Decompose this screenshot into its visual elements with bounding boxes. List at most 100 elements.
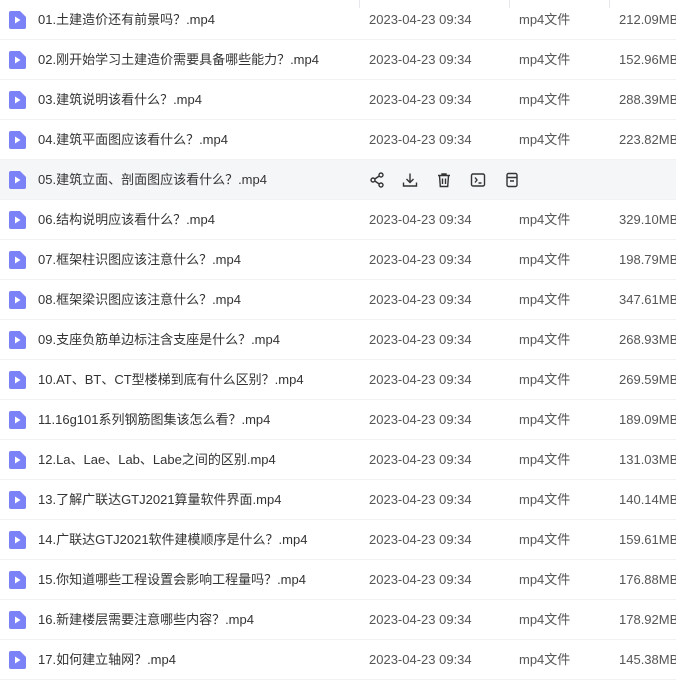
file-date: 2023-04-23 09:34 (369, 292, 472, 307)
video-file-icon (9, 411, 26, 429)
file-size: 347.61MB (619, 292, 676, 307)
share-icon[interactable] (368, 171, 386, 189)
file-name[interactable]: 11.16g101系列钢筋图集该怎么看？.mp4 (38, 400, 270, 440)
file-name[interactable]: 15.你知道哪些工程设置会影响工程量吗？.mp4 (38, 560, 306, 600)
file-type: mp4文件 (519, 572, 571, 587)
file-name[interactable]: 03.建筑说明该看什么？.mp4 (38, 80, 202, 120)
video-file-icon (9, 211, 26, 229)
file-row[interactable]: 09.支座负筋单边标注含支座是什么？.mp4 2023-04-23 09:34 mp… (0, 320, 676, 360)
file-name[interactable]: 01.土建造价还有前景吗？.mp4 (38, 0, 215, 40)
delete-icon[interactable] (435, 171, 453, 189)
file-type: mp4文件 (519, 532, 571, 547)
file-name[interactable]: 12.La、Lae、Lab、Labe之间的区别.mp4 (38, 440, 276, 480)
file-size: 159.61MB (619, 532, 676, 547)
file-size: 131.03MB (619, 452, 676, 467)
file-date: 2023-04-23 09:34 (369, 612, 472, 627)
file-name[interactable]: 16.新建楼层需要注意哪些内容？.mp4 (38, 600, 254, 640)
file-row[interactable]: 13.了解广联达GTJ2021算量软件界面.mp4 2023-04-23 09:3… (0, 480, 676, 520)
file-date: 2023-04-23 09:34 (369, 452, 472, 467)
video-file-icon (9, 171, 26, 189)
file-row[interactable]: 15.你知道哪些工程设置会影响工程量吗？.mp4 2023-04-23 09:34… (0, 560, 676, 600)
file-row[interactable]: 02.刚开始学习土建造价需要具备哪些能力？.mp4 2023-04-23 09:3… (0, 40, 676, 80)
file-size: 269.59MB (619, 372, 676, 387)
file-name[interactable]: 14.广联达GTJ2021软件建模顺序是什么？.mp4 (38, 520, 307, 560)
video-file-icon (9, 611, 26, 629)
file-name[interactable]: 05.建筑立面、剖面图应该看什么？.mp4 (38, 160, 267, 200)
file-type: mp4文件 (519, 612, 571, 627)
file-type: mp4文件 (519, 452, 571, 467)
file-size: 145.38MB (619, 652, 676, 667)
video-file-icon (9, 571, 26, 589)
file-date: 2023-04-23 09:34 (369, 212, 472, 227)
file-row[interactable]: 17.如何建立轴网？.mp4 2023-04-23 09:34 mp4文件 145.3… (0, 640, 676, 680)
file-size: 268.93MB (619, 332, 676, 347)
video-file-icon (9, 251, 26, 269)
file-row[interactable]: 14.广联达GTJ2021软件建模顺序是什么？.mp4 2023-04-23 09… (0, 520, 676, 560)
file-row[interactable]: 06.结构说明应该看什么？.mp4 2023-04-23 09:34 mp4文件 32… (0, 200, 676, 240)
file-row[interactable]: 05.建筑立面、剖面图应该看什么？.mp4 (0, 160, 676, 200)
file-date: 2023-04-23 09:34 (369, 12, 472, 27)
file-date: 2023-04-23 09:34 (369, 532, 472, 547)
file-type: mp4文件 (519, 372, 571, 387)
video-file-icon (9, 91, 26, 109)
file-type: mp4文件 (519, 252, 571, 267)
file-row[interactable]: 12.La、Lae、Lab、Labe之间的区别.mp4 2023-04-23 09… (0, 440, 676, 480)
video-file-icon (9, 491, 26, 509)
file-type: mp4文件 (519, 132, 571, 147)
file-row[interactable]: 11.16g101系列钢筋图集该怎么看？.mp4 2023-04-23 09:34… (0, 400, 676, 440)
file-type: mp4文件 (519, 492, 571, 507)
file-size: 152.96MB (619, 52, 676, 67)
more-icon[interactable] (503, 171, 521, 189)
file-name[interactable]: 09.支座负筋单边标注含支座是什么？.mp4 (38, 320, 280, 360)
file-row[interactable]: 16.新建楼层需要注意哪些内容？.mp4 2023-04-23 09:34 mp4文… (0, 600, 676, 640)
file-name[interactable]: 13.了解广联达GTJ2021算量软件界面.mp4 (38, 480, 281, 520)
file-size: 189.09MB (619, 412, 676, 427)
file-size: 329.10MB (619, 212, 676, 227)
video-file-icon (9, 651, 26, 669)
file-date: 2023-04-23 09:34 (369, 332, 472, 347)
video-file-icon (9, 531, 26, 549)
file-date: 2023-04-23 09:34 (369, 52, 472, 67)
file-date: 2023-04-23 09:34 (369, 92, 472, 107)
download-icon[interactable] (401, 171, 419, 189)
file-date: 2023-04-23 09:34 (369, 572, 472, 587)
file-size: 140.14MB (619, 492, 676, 507)
file-date: 2023-04-23 09:34 (369, 252, 472, 267)
file-name[interactable]: 10.AT、BT、CT型楼梯到底有什么区别？.mp4 (38, 360, 304, 400)
file-type: mp4文件 (519, 212, 571, 227)
file-date: 2023-04-23 09:34 (369, 132, 472, 147)
video-file-icon (9, 131, 26, 149)
file-size: 223.82MB (619, 132, 676, 147)
file-row[interactable]: 10.AT、BT、CT型楼梯到底有什么区别？.mp4 2023-04-23 09:… (0, 360, 676, 400)
file-type: mp4文件 (519, 92, 571, 107)
video-file-icon (9, 291, 26, 309)
file-name[interactable]: 07.框架柱识图应该注意什么？.mp4 (38, 240, 241, 280)
video-file-icon (9, 371, 26, 389)
file-size: 178.92MB (619, 612, 676, 627)
rename-icon[interactable] (469, 171, 487, 189)
file-type: mp4文件 (519, 292, 571, 307)
file-row[interactable]: 08.框架梁识图应该注意什么？.mp4 2023-04-23 09:34 mp4文件… (0, 280, 676, 320)
file-row[interactable]: 03.建筑说明该看什么？.mp4 2023-04-23 09:34 mp4文件 288… (0, 80, 676, 120)
file-type: mp4文件 (519, 652, 571, 667)
file-row[interactable]: 04.建筑平面图应该看什么？.mp4 2023-04-23 09:34 mp4文件 2… (0, 120, 676, 160)
video-file-icon (9, 451, 26, 469)
file-type: mp4文件 (519, 412, 571, 427)
file-type: mp4文件 (519, 332, 571, 347)
file-date: 2023-04-23 09:34 (369, 412, 472, 427)
file-row[interactable]: 07.框架柱识图应该注意什么？.mp4 2023-04-23 09:34 mp4文件… (0, 240, 676, 280)
file-name[interactable]: 02.刚开始学习土建造价需要具备哪些能力？.mp4 (38, 40, 319, 80)
file-row[interactable]: 01.土建造价还有前景吗？.mp4 2023-04-23 09:34 mp4文件 21… (0, 0, 676, 40)
video-file-icon (9, 331, 26, 349)
file-name[interactable]: 06.结构说明应该看什么？.mp4 (38, 200, 215, 240)
file-size: 212.09MB (619, 12, 676, 27)
file-name[interactable]: 17.如何建立轴网？.mp4 (38, 640, 176, 680)
file-type: mp4文件 (519, 12, 571, 27)
file-date: 2023-04-23 09:34 (369, 372, 472, 387)
file-date: 2023-04-23 09:34 (369, 492, 472, 507)
file-name[interactable]: 08.框架梁识图应该注意什么？.mp4 (38, 280, 241, 320)
file-name[interactable]: 04.建筑平面图应该看什么？.mp4 (38, 120, 228, 160)
video-file-icon (9, 51, 26, 69)
file-size: 288.39MB (619, 92, 676, 107)
file-date: 2023-04-23 09:34 (369, 652, 472, 667)
